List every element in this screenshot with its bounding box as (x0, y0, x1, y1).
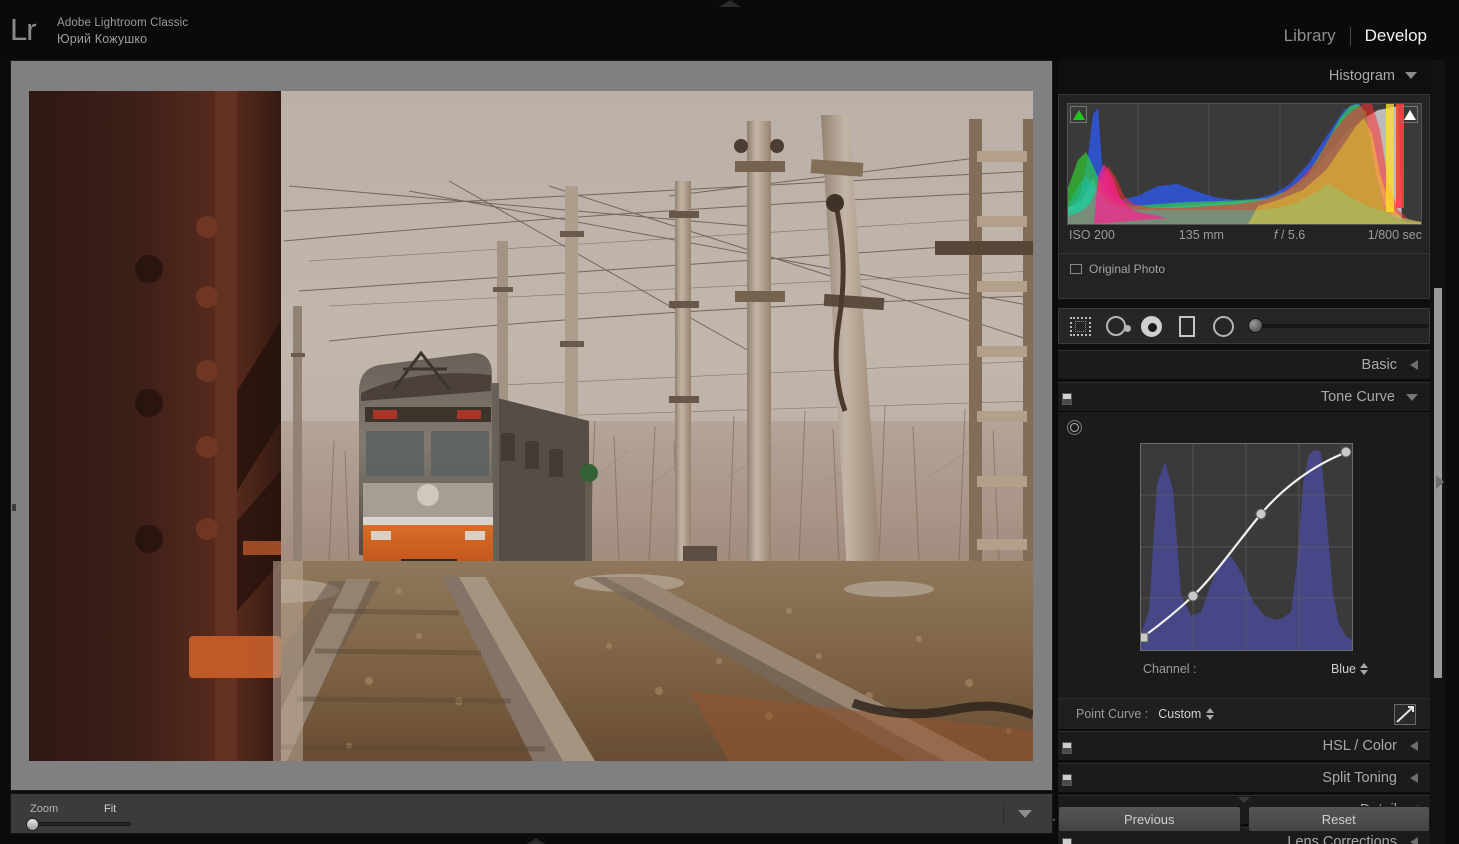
exif-metadata-row: ISO 200 135 mm f / 5.6 1/800 sec (1069, 228, 1422, 242)
toolbar-divider (1003, 802, 1004, 826)
photo-artwork (29, 91, 1033, 761)
lightroom-window: Lr Adobe Lightroom Classic Юрий Кожушко … (0, 0, 1459, 844)
top-panel-collapse-handle[interactable] (718, 0, 741, 7)
module-library[interactable]: Library (1270, 26, 1350, 46)
image-canvas[interactable]: © Кожушко Юрий / instantframe.ru (10, 60, 1059, 826)
tone-curve-body: Channel : Blue (1058, 412, 1430, 700)
chevron-left-icon[interactable] (1408, 741, 1418, 751)
point-curve-value: Custom (1158, 707, 1202, 721)
bottom-toolbar: Zoom Fit (10, 793, 1053, 834)
original-photo-row[interactable]: Original Photo (1059, 253, 1429, 283)
zoom-slider[interactable] (26, 818, 131, 831)
section-split-toning-label: Split Toning (1322, 770, 1397, 786)
targeted-adjustment-icon[interactable] (1067, 420, 1082, 435)
photo-preview[interactable] (29, 91, 1033, 761)
lightroom-logo: Lr (10, 12, 37, 47)
point-curve-row: Point Curve : Custom (1058, 698, 1430, 730)
tone-curve-graph[interactable] (1140, 443, 1353, 651)
zoom-label: Zoom (30, 803, 59, 815)
section-basic[interactable]: Basic (1058, 350, 1430, 380)
adjustment-brush-handle[interactable] (1247, 318, 1263, 333)
stepper-icon[interactable] (1360, 663, 1368, 675)
histogram-header[interactable]: Histogram (1055, 60, 1431, 91)
tone-curve-channel-row: Channel : Blue (1058, 662, 1430, 676)
exif-focal-length: 135 mm (1178, 228, 1224, 242)
app-identity: Adobe Lightroom Classic Юрий Кожушко (57, 17, 188, 46)
aperture-value: / 5.6 (1280, 228, 1306, 242)
left-panel-collapse-handle[interactable] (12, 504, 16, 511)
point-curve-label: Point Curve : (1076, 707, 1149, 721)
section-tone-curve[interactable]: Tone Curve (1058, 382, 1430, 412)
graduated-filter-icon[interactable] (1174, 314, 1201, 338)
lens-corrections-enable-toggle[interactable] (1062, 838, 1072, 844)
adjustment-brush-slider[interactable] (1247, 318, 1429, 333)
right-panel-collapse-arrow-icon[interactable] (1436, 475, 1444, 489)
original-photo-checkbox[interactable] (1070, 263, 1082, 274)
section-lens-corrections-label: Lens Corrections (1287, 834, 1397, 844)
aperture-f-glyph: f (1273, 228, 1278, 242)
tone-curve-enable-toggle[interactable] (1062, 393, 1072, 405)
shadow-clipping-indicator[interactable] (1070, 106, 1087, 123)
top-bar: Lr Adobe Lightroom Classic Юрий Кожушко … (0, 0, 1459, 58)
highlight-clipping-indicator[interactable] (1401, 106, 1418, 123)
chevron-left-icon[interactable] (1408, 360, 1418, 370)
section-hsl-color-label: HSL / Color (1322, 738, 1397, 754)
user-name: Юрий Кожушко (57, 32, 148, 46)
histogram-title: Histogram (1328, 67, 1395, 84)
zoom-value[interactable]: Fit (104, 803, 116, 815)
chevron-left-icon[interactable] (1408, 773, 1418, 783)
stepper-icon[interactable] (1206, 708, 1215, 720)
radial-filter-icon[interactable] (1210, 314, 1237, 338)
previous-button[interactable]: Previous (1058, 806, 1241, 832)
point-curve-select[interactable]: Custom (1158, 707, 1215, 721)
channel-select[interactable]: Blue (1331, 662, 1368, 676)
shadow-clipping-triangle-icon (1072, 109, 1085, 120)
app-name: Adobe Lightroom Classic (57, 17, 189, 29)
section-split-toning[interactable]: Split Toning (1058, 763, 1430, 793)
point-curve-edit-icon[interactable] (1394, 704, 1416, 725)
panel-resize-handle[interactable] (1238, 797, 1250, 803)
split-toning-enable-toggle[interactable] (1062, 774, 1072, 786)
chevron-down-icon[interactable] (1405, 72, 1417, 79)
exif-shutter-speed: 1/800 sec (1367, 228, 1422, 242)
chevron-left-icon[interactable] (1408, 837, 1418, 844)
chevron-down-icon[interactable] (1406, 393, 1418, 401)
histogram-plot[interactable] (1067, 103, 1422, 225)
panel-action-buttons: Previous Reset (1058, 797, 1430, 832)
section-basic-label: Basic (1361, 357, 1397, 373)
hsl-color-enable-toggle[interactable] (1062, 742, 1072, 754)
original-photo-label: Original Photo (1089, 261, 1166, 276)
section-tone-curve-label: Tone Curve (1320, 389, 1395, 405)
toolbar-chevron-down-icon[interactable] (1018, 810, 1032, 818)
reset-button[interactable]: Reset (1247, 806, 1430, 832)
right-panel-scrollbar[interactable] (1431, 60, 1445, 844)
histogram-panel: ISO 200 135 mm f / 5.6 1/800 sec Origina… (1058, 94, 1430, 299)
develop-tool-strip (1058, 308, 1430, 344)
highlight-clipping-triangle-icon (1403, 109, 1416, 120)
histogram-chart (1068, 104, 1421, 224)
module-develop[interactable]: Develop (1351, 26, 1441, 46)
filmstrip-collapse-handle[interactable] (527, 838, 545, 844)
channel-label: Channel : (1143, 662, 1197, 676)
red-eye-correction-icon[interactable] (1138, 314, 1165, 338)
right-panel: Histogram ISO 200 135 mm f / 5.6 1/800 s… (1055, 60, 1445, 844)
zoom-slider-handle[interactable] (26, 818, 39, 831)
section-hsl-color[interactable]: HSL / Color (1058, 731, 1430, 761)
channel-value: Blue (1330, 662, 1356, 676)
spot-removal-icon[interactable] (1103, 314, 1132, 338)
tone-curve-chart (1141, 444, 1352, 650)
module-picker: Library Develop (1270, 26, 1441, 46)
exif-iso: ISO 200 (1069, 228, 1115, 242)
crop-overlay-icon[interactable] (1067, 314, 1094, 338)
exif-aperture: f / 5.6 (1246, 228, 1334, 242)
